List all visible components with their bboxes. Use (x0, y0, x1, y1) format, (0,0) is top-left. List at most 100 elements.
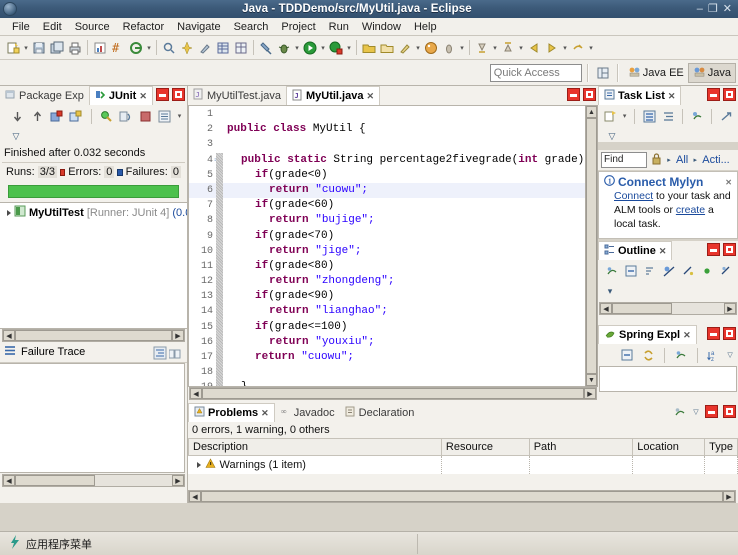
hscroll-thumb[interactable] (15, 330, 172, 341)
palette-icon[interactable] (422, 39, 440, 57)
column-type[interactable]: Type (704, 438, 738, 456)
editor-scroll-right-arrow[interactable]: ▶ (584, 388, 596, 399)
tab-javadoc[interactable]: ∞ Javadoc (275, 403, 340, 422)
table2-icon[interactable] (232, 39, 250, 57)
dropdown-arrow-6[interactable]: ▾ (414, 39, 422, 57)
run-last-tool-icon[interactable] (178, 39, 196, 57)
menu-edit[interactable]: Edit (37, 20, 68, 34)
categorized-icon[interactable] (641, 107, 657, 125)
maximize-problems-button[interactable] (723, 405, 736, 418)
ant-icon[interactable] (440, 39, 458, 57)
forward-icon[interactable] (543, 39, 561, 57)
dropdown-arrow[interactable]: ▾ (621, 107, 628, 125)
problems-scroll-right-arrow[interactable]: ▶ (723, 491, 735, 502)
compare-result-icon[interactable] (166, 345, 184, 363)
menu-source[interactable]: Source (69, 20, 116, 34)
tab-problems[interactable]: Problems ✕ (188, 403, 275, 422)
column-path[interactable]: Path (528, 438, 634, 456)
code-line-13[interactable]: 13 if(grade<90) (189, 289, 585, 304)
code-line-1[interactable]: 1 (189, 107, 585, 122)
editor-hscroll-thumb[interactable] (202, 388, 584, 399)
refresh-icon[interactable] (640, 346, 658, 364)
code-line-18[interactable]: 18 (189, 365, 585, 380)
mylyn-connect-link[interactable]: Connect (614, 190, 653, 202)
minimize-view-button[interactable] (156, 88, 169, 101)
close-x-icon[interactable]: ✕ (725, 178, 732, 187)
quick-access-input[interactable]: Quick Access (489, 63, 582, 82)
prev-annotation-icon[interactable] (499, 39, 517, 57)
focus-outline-icon[interactable] (604, 262, 620, 280)
ft-scroll-left-arrow[interactable]: ◀ (3, 475, 15, 486)
new-class-icon[interactable] (127, 39, 145, 57)
coverage-icon[interactable] (327, 39, 345, 57)
tab-spring-explorer[interactable]: Spring Expl ✕ (598, 325, 697, 344)
filter-active-label[interactable]: Acti... (702, 154, 730, 166)
hide-static-icon[interactable] (680, 262, 696, 280)
tab-task-list[interactable]: Task List ✕ (598, 86, 682, 105)
table-icon[interactable] (214, 39, 232, 57)
outline-scroll-right-arrow[interactable]: ▶ (724, 303, 736, 314)
column-location[interactable]: Location (632, 438, 706, 456)
dropdown-arrow-11[interactable]: ▾ (587, 39, 595, 57)
code-line-11[interactable]: 11 if(grade<80) (189, 259, 585, 274)
filter-all-label[interactable]: All (676, 154, 688, 166)
dropdown-arrow-2[interactable]: ▾ (145, 39, 153, 57)
outline-hscroll-thumb[interactable] (612, 303, 672, 314)
scroll-left-arrow[interactable]: ◀ (3, 330, 15, 341)
scroll-up-arrow[interactable]: ▲ (586, 106, 597, 118)
history-icon[interactable] (118, 107, 133, 125)
minimize-tasklist-button[interactable] (707, 88, 720, 101)
maximize-view-button[interactable] (172, 88, 185, 101)
editor-vscrollbar[interactable]: ▲ ▼ (585, 105, 598, 387)
focus-icon[interactable] (718, 107, 734, 125)
open-folder-icon[interactable] (378, 39, 396, 57)
new-task-icon[interactable] (602, 107, 618, 125)
minimize-spring-button[interactable] (707, 327, 720, 340)
menu-project[interactable]: Project (275, 20, 321, 34)
sort-icon[interactable] (642, 262, 658, 280)
maximize-editor-button[interactable] (583, 88, 596, 101)
code-line-10[interactable]: 10 return "jige"; (189, 244, 585, 259)
prev-failure-icon[interactable] (29, 107, 44, 125)
taskbar-app-menu[interactable]: 应用程序菜单 (0, 535, 100, 552)
next-annotation-icon[interactable] (473, 39, 491, 57)
open-perspective-icon[interactable] (594, 64, 612, 82)
quickfix-icon[interactable] (396, 39, 414, 57)
minimize-editor-button[interactable] (567, 88, 580, 101)
menu-file[interactable]: File (6, 20, 36, 34)
view-menu-arrow[interactable]: ▽ (608, 127, 616, 145)
dropdown-arrow-1[interactable]: ▾ (22, 39, 30, 57)
code-line-5[interactable]: 5 if(grade<0) (189, 168, 585, 183)
tab-declaration[interactable]: Declaration (340, 403, 420, 422)
save-icon[interactable] (30, 39, 48, 57)
expand-arrow-icon[interactable] (7, 209, 11, 216)
close-icon[interactable]: ✕ (659, 246, 667, 257)
search-icon[interactable] (160, 39, 178, 57)
menu-window[interactable]: Window (356, 20, 407, 34)
close-icon[interactable]: ✕ (668, 91, 676, 102)
hide-fields-icon[interactable] (661, 262, 677, 280)
view-menu-arrow[interactable]: ▾ (606, 282, 614, 300)
code-line-9[interactable]: 9 if(grade<70) (189, 229, 585, 244)
run-icon[interactable] (301, 39, 319, 57)
sort-az-icon[interactable]: az (705, 346, 723, 364)
outline-scroll-left-arrow[interactable]: ◀ (600, 303, 612, 314)
menu-refactor[interactable]: Refactor (117, 20, 171, 34)
next-failure-icon[interactable] (10, 107, 25, 125)
forward-history-icon[interactable] (569, 39, 587, 57)
maximize-outline-button[interactable] (723, 243, 736, 256)
filter-all-arrow[interactable]: ▸ (665, 151, 673, 169)
dropdown-arrow-4[interactable]: ▾ (319, 39, 327, 57)
code-line-15[interactable]: 15 if(grade<=100) (189, 320, 585, 335)
perspective-java[interactable]: Java (687, 62, 736, 83)
menu-search[interactable]: Search (228, 20, 275, 34)
code-line-4[interactable]: 4⇒public static String percentage2fivegr… (189, 153, 585, 168)
restore-button[interactable]: ❐ (708, 3, 718, 15)
external-tools-icon[interactable] (196, 39, 214, 57)
tree-item-myutiltest[interactable]: MyUtilTest [Runner: JUnit 4] (0.00 (0, 203, 187, 222)
close-icon[interactable]: ✕ (139, 91, 147, 102)
close-icon[interactable]: ✕ (683, 330, 691, 341)
code-area[interactable]: 12public class MyUtil {34⇒public static … (188, 105, 585, 387)
tab-package-explorer[interactable]: Package Exp (0, 86, 89, 105)
junit-results-tree[interactable]: MyUtilTest [Runner: JUnit 4] (0.00 (0, 202, 187, 329)
